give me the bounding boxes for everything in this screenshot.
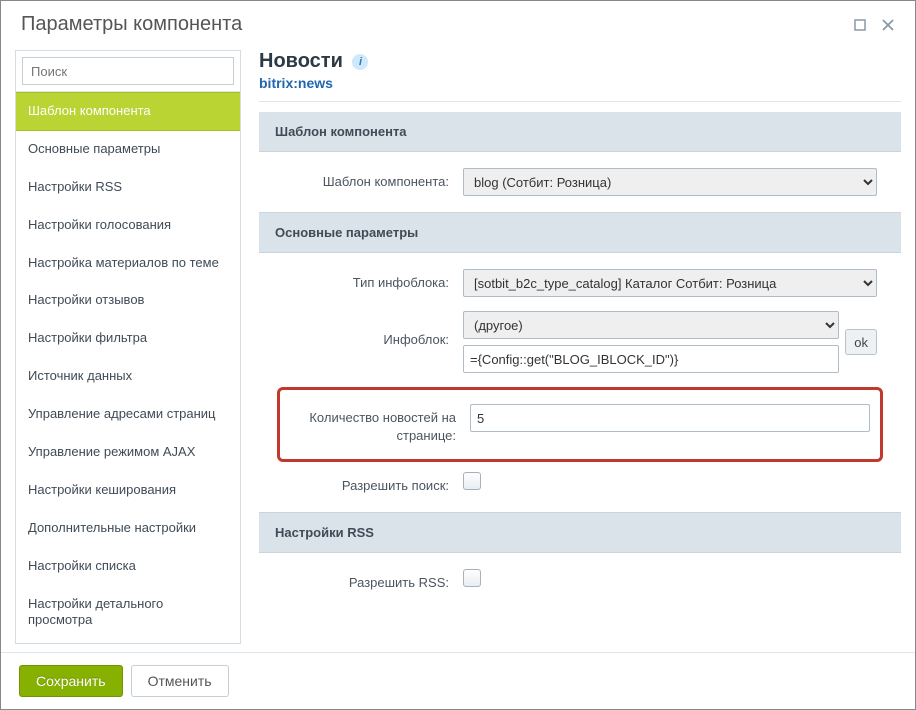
sidebar-item-additional[interactable]: Дополнительные настройки: [16, 510, 240, 548]
window-controls: [853, 18, 895, 32]
search-wrap: [16, 51, 240, 91]
section-body-main: Тип инфоблока: [sotbit_b2c_type_catalog]…: [259, 253, 901, 512]
sidebar-item-cache[interactable]: Настройки кеширования: [16, 472, 240, 510]
label-iblock-type: Тип инфоблока:: [283, 269, 463, 292]
maximize-icon[interactable]: [853, 18, 867, 32]
content-head: Новости i bitrix:news: [259, 50, 901, 101]
search-input[interactable]: [22, 57, 234, 85]
label-iblock: Инфоблок:: [283, 311, 463, 349]
section-header-rss: Настройки RSS: [259, 512, 901, 553]
sidebar: Шаблон компонента Основные параметры Нас…: [15, 50, 241, 644]
content: Новости i bitrix:news Шаблон компонента …: [259, 50, 901, 644]
cancel-button[interactable]: Отменить: [131, 665, 229, 697]
dialog-title: Параметры компонента: [21, 13, 853, 36]
control-iblock-type: [sotbit_b2c_type_catalog] Каталог Сотбит…: [463, 269, 877, 297]
sidebar-item-detail[interactable]: Настройки детального просмотра: [16, 586, 240, 641]
section-header-main: Основные параметры: [259, 212, 901, 253]
checkbox-allow-rss[interactable]: [463, 569, 481, 587]
control-template: blog (Сотбит: Розница): [463, 168, 877, 196]
section-body-rss: Разрешить RSS:: [259, 553, 901, 608]
sidebar-item-filter[interactable]: Настройки фильтра: [16, 320, 240, 358]
dialog-header: Параметры компонента: [1, 1, 915, 50]
sidebar-item-ajax[interactable]: Управление режимом AJAX: [16, 434, 240, 472]
sidebar-item-materials[interactable]: Настройка материалов по теме: [16, 245, 240, 283]
sidebar-item-template[interactable]: Шаблон компонента: [16, 92, 240, 131]
dialog-footer: Сохранить Отменить: [1, 652, 915, 709]
row-template: Шаблон компонента: blog (Сотбит: Розница…: [283, 168, 877, 196]
sidebar-item-datasource[interactable]: Источник данных: [16, 358, 240, 396]
highlight-box: Количество новостей на странице:: [277, 387, 883, 462]
sidebar-item-urls[interactable]: Управление адресами страниц: [16, 396, 240, 434]
info-icon[interactable]: i: [352, 54, 368, 70]
select-iblock[interactable]: (другое): [463, 311, 839, 339]
sidebar-item-list[interactable]: Настройки списка: [16, 548, 240, 586]
label-allow-search: Разрешить поиск:: [283, 472, 463, 495]
checkbox-allow-search[interactable]: [463, 472, 481, 490]
sidebar-item-voting[interactable]: Настройки голосования: [16, 207, 240, 245]
component-params-dialog: Параметры компонента Шаблон компонента О…: [0, 0, 916, 710]
label-news-count: Количество новостей на странице:: [290, 404, 470, 445]
close-icon[interactable]: [881, 18, 895, 32]
component-title: Новости: [259, 50, 343, 73]
dialog-body: Шаблон компонента Основные параметры Нас…: [1, 50, 915, 652]
row-iblock-type: Тип инфоблока: [sotbit_b2c_type_catalog]…: [283, 269, 877, 297]
row-iblock: Инфоблок: (другое) ok: [283, 311, 877, 373]
sidebar-item-rss[interactable]: Настройки RSS: [16, 169, 240, 207]
control-iblock: (другое) ok: [463, 311, 877, 373]
section-header-template: Шаблон компонента: [259, 112, 901, 152]
label-allow-rss: Разрешить RSS:: [283, 569, 463, 592]
control-allow-rss: [463, 569, 877, 590]
save-button[interactable]: Сохранить: [19, 665, 123, 697]
control-news-count: [470, 404, 870, 432]
section-body-template: Шаблон компонента: blog (Сотбит: Розница…: [259, 152, 901, 212]
input-iblock-text[interactable]: [463, 345, 839, 373]
sidebar-list[interactable]: Шаблон компонента Основные параметры Нас…: [16, 91, 240, 643]
row-allow-rss: Разрешить RSS:: [283, 569, 877, 592]
sidebar-item-main[interactable]: Основные параметры: [16, 131, 240, 169]
select-template[interactable]: blog (Сотбит: Розница): [463, 168, 877, 196]
component-code: bitrix:news: [259, 75, 901, 91]
sidebar-item-reviews[interactable]: Настройки отзывов: [16, 282, 240, 320]
control-allow-search: [463, 472, 877, 493]
row-allow-search: Разрешить поиск:: [283, 472, 877, 495]
label-template: Шаблон компонента:: [283, 168, 463, 191]
iblock-column: (другое): [463, 311, 839, 373]
ok-button[interactable]: ok: [845, 329, 877, 355]
row-news-count: Количество новостей на странице:: [290, 404, 870, 445]
select-iblock-type[interactable]: [sotbit_b2c_type_catalog] Каталог Сотбит…: [463, 269, 877, 297]
input-news-count[interactable]: [470, 404, 870, 432]
form-scroll[interactable]: Шаблон компонента Шаблон компонента: blo…: [259, 101, 901, 644]
